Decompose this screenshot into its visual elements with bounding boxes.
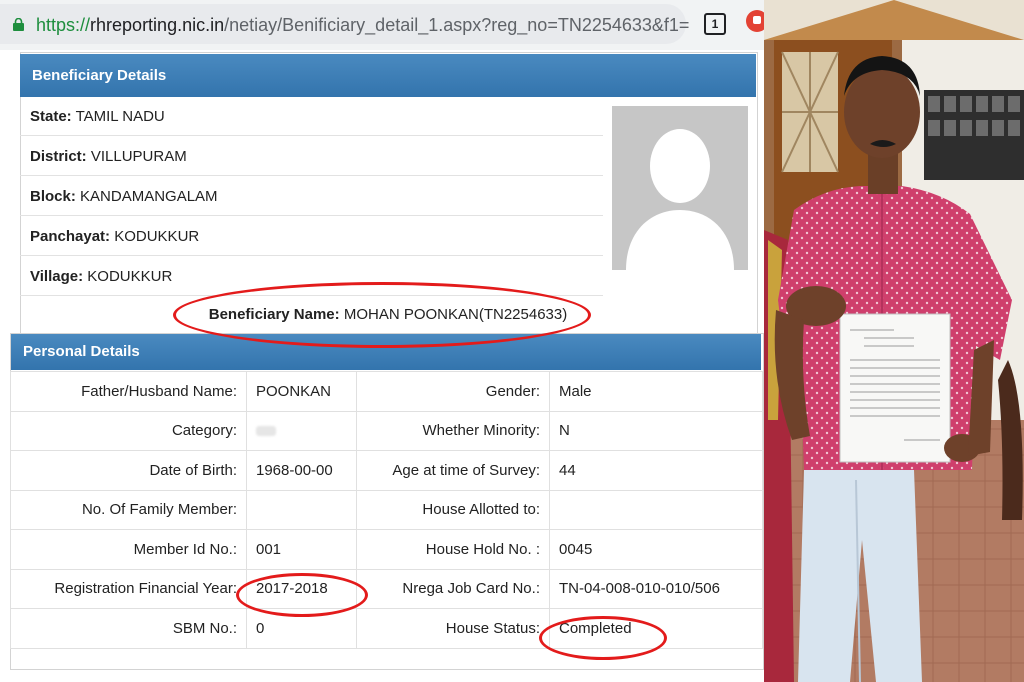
detail-value: VILLUPURAM [90,148,187,165]
category-blur [256,426,276,437]
field-value: 44 [549,450,763,491]
table-row: Registration Financial Year: 2017-2018 N… [10,568,763,609]
field-value: N [549,410,763,451]
field-value: TN-04-008-010-010/506 [549,568,763,609]
detail-label: District: [30,148,87,165]
browser-address-bar: https://rhreporting.nic.in/netiay/Benifi… [0,0,764,50]
table-row: Date of Birth: 1968-00-00 Age at time of… [10,450,763,491]
detail-row-panchayat: Panchayat: KODUKKUR [20,217,603,256]
table-row: Member Id No.: 001 House Hold No. : 0045 [10,529,763,570]
detail-label: Village: [30,268,84,285]
detail-row-state: State: TAMIL NADU [20,97,603,136]
highlight-ellipse-house-status [539,616,667,660]
url-scheme: https:// [36,15,91,35]
screenshot-panel: https://rhreporting.nic.in/netiay/Benifi… [0,0,764,682]
beneficiary-photograph [764,0,1024,682]
field-label: Member Id No.: [10,529,247,570]
tab-switcher-button[interactable]: 1 [704,13,726,35]
field-label: House Hold No. : [356,529,550,570]
field-value: 0045 [549,529,763,570]
table-row: Father/Husband Name: POONKAN Gender: Mal… [10,371,763,412]
field-label: Father/Husband Name: [10,371,247,412]
url-path: /netiay/Benificiary_detail_1.aspx?reg_no… [224,15,690,35]
field-label: House Allotted to: [356,489,550,530]
field-label: Whether Minority: [356,410,550,451]
field-value: Male [549,371,763,412]
table-row: No. Of Family Member: House Allotted to: [10,489,763,530]
table-row: Category: Whether Minority: N [10,410,763,451]
detail-label: Block: [30,188,76,205]
field-label: Date of Birth: [10,450,247,491]
field-value: POONKAN [246,371,357,412]
field-label: Category: [10,410,247,451]
field-label: Gender: [356,371,550,412]
highlight-ellipse-registration-year [236,573,368,617]
beneficiary-photo-placeholder [612,106,748,270]
field-value: 1968-00-00 [246,450,357,491]
field-label: SBM No.: [10,608,247,649]
man-holding-document-photo [764,0,1024,682]
detail-row-district: District: VILLUPURAM [20,137,603,176]
field-value [549,489,763,530]
detail-value: KODUKKUR [87,268,173,285]
field-label: House Status: [356,608,550,649]
person-silhouette-icon [612,106,748,270]
url-text: https://rhreporting.nic.in/netiay/Benifi… [36,15,689,36]
detail-row-block: Block: KANDAMANGALAM [20,177,603,216]
highlight-ellipse-beneficiary-name [173,282,591,348]
field-label: Nrega Job Card No.: [356,568,550,609]
browser-menu-icon[interactable] [746,10,764,32]
personal-details-table: Father/Husband Name: POONKAN Gender: Mal… [10,371,763,649]
url-field[interactable]: https://rhreporting.nic.in/netiay/Benifi… [0,4,689,44]
detail-label: Panchayat: [30,228,111,245]
field-value: 001 [246,529,357,570]
field-value-redacted [246,410,357,451]
beneficiary-details-header: Beneficiary Details [20,54,756,97]
detail-value: KANDAMANGALAM [80,188,218,205]
lock-icon [13,18,24,31]
detail-label: State: [30,108,72,125]
url-host: rhreporting.nic.in [90,15,225,35]
detail-value: KODUKKUR [114,228,200,245]
detail-value: TAMIL NADU [75,108,165,125]
field-label: Registration Financial Year: [10,568,247,609]
field-label: No. Of Family Member: [10,489,247,530]
field-value [246,489,357,530]
field-label: Age at time of Survey: [356,450,550,491]
